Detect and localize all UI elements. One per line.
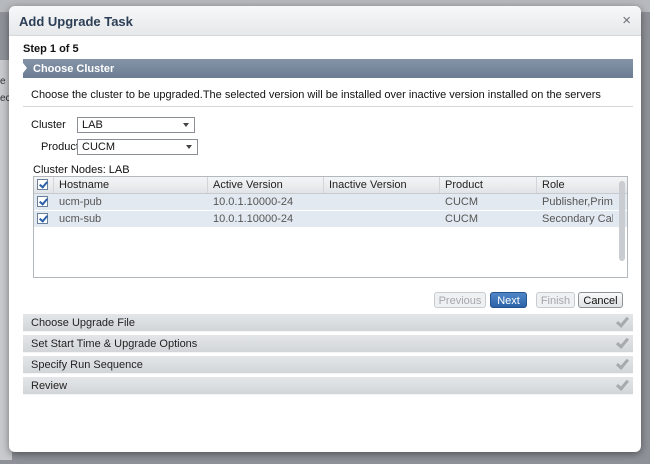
row-checkbox-cell: [34, 211, 54, 227]
previous-button[interactable]: Previous: [434, 292, 486, 308]
step-indicator: Step 1 of 5: [23, 43, 79, 55]
column-header-product[interactable]: Product: [440, 177, 537, 193]
column-header-active-version[interactable]: Active Version: [208, 177, 324, 193]
table-row[interactable]: ucm-sub 10.0.1.10000-24 CUCM Secondary C…: [34, 211, 627, 228]
step-label: Specify Run Sequence: [31, 359, 143, 371]
hostname-cell: ucm-pub: [59, 196, 102, 208]
product-cell: CUCM: [445, 213, 478, 225]
dialog-title: Add Upgrade Task: [19, 14, 133, 29]
table-scrollbar[interactable]: [619, 181, 625, 261]
row-checkbox-cell: [34, 194, 54, 210]
section-header-label: Choose Cluster: [33, 63, 115, 75]
expand-arrow-icon: [23, 63, 27, 73]
step-label: Choose Upgrade File: [31, 317, 135, 329]
role-cell: Publisher,Primary: [542, 196, 613, 208]
step-label: Set Start Time & Upgrade Options: [31, 338, 198, 350]
background-text: e: [0, 76, 6, 87]
step-specify-run-sequence[interactable]: Specify Run Sequence: [23, 356, 633, 374]
cluster-label: Cluster: [31, 119, 66, 131]
chevron-down-icon: [183, 123, 189, 127]
section-header-choose-cluster: Choose Cluster: [23, 59, 633, 78]
inactive-version-cell: [324, 211, 440, 227]
checkmark-icon: [615, 379, 627, 391]
select-all-checkbox[interactable]: [37, 179, 48, 190]
hostname-cell: ucm-sub: [59, 213, 102, 225]
inactive-version-cell: [324, 194, 440, 210]
finish-button[interactable]: Finish: [536, 292, 575, 308]
step-choose-upgrade-file[interactable]: Choose Upgrade File: [23, 314, 633, 332]
column-header-inactive-version[interactable]: Inactive Version: [324, 177, 440, 193]
product-select-value: CUCM: [82, 141, 115, 153]
divider: [23, 106, 633, 107]
row-checkbox[interactable]: [37, 196, 48, 207]
cluster-select[interactable]: LAB: [77, 117, 195, 133]
cluster-select-value: LAB: [82, 119, 103, 131]
section-description: Choose the cluster to be upgraded.The se…: [31, 89, 601, 101]
cancel-button[interactable]: Cancel: [578, 292, 623, 308]
product-label: Product: [41, 141, 79, 153]
active-version-cell: 10.0.1.10000-24: [213, 213, 294, 225]
product-select[interactable]: CUCM: [77, 139, 198, 155]
table-header: Hostname Active Version Inactive Version…: [34, 177, 627, 194]
chevron-down-icon: [186, 145, 192, 149]
column-header-hostname[interactable]: Hostname: [54, 177, 208, 193]
column-header-role[interactable]: Role: [537, 177, 613, 193]
add-upgrade-task-dialog: Add Upgrade Task × Step 1 of 5 Choose Cl…: [9, 6, 641, 452]
dialog-titlebar: Add Upgrade Task ×: [9, 6, 641, 36]
table-row[interactable]: ucm-pub 10.0.1.10000-24 CUCM Publisher,P…: [34, 194, 627, 211]
active-version-cell: 10.0.1.10000-24: [213, 196, 294, 208]
checkmark-icon: [615, 358, 627, 370]
row-checkbox[interactable]: [37, 213, 48, 224]
step-set-start-time-upgrade-options[interactable]: Set Start Time & Upgrade Options: [23, 335, 633, 353]
checkmark-icon: [615, 316, 627, 328]
product-cell: CUCM: [445, 196, 478, 208]
select-all-checkbox-cell: [34, 177, 54, 193]
cluster-nodes-label: Cluster Nodes: LAB: [33, 164, 130, 176]
cluster-nodes-table: Hostname Active Version Inactive Version…: [33, 176, 628, 278]
checkmark-icon: [615, 337, 627, 349]
close-icon[interactable]: ×: [622, 12, 631, 29]
role-cell: Secondary Call Pr: [542, 213, 613, 225]
next-button[interactable]: Next: [490, 292, 527, 308]
step-review[interactable]: Review: [23, 377, 633, 395]
step-label: Review: [31, 380, 68, 392]
